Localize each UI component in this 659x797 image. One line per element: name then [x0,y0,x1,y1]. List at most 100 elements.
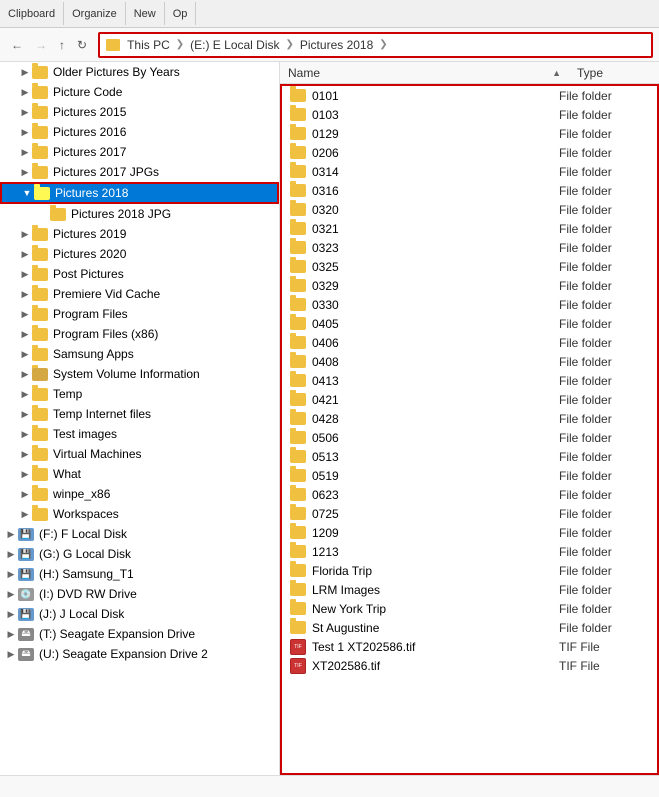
tree-item-pictures-2018[interactable]: ▼Pictures 2018 [0,182,279,204]
col-name-header[interactable]: Name ▲ [280,64,569,82]
file-item[interactable]: 0519File folder [282,466,657,485]
tree-item-pictures-2017[interactable]: ▶Pictures 2017 [0,142,279,162]
expand-arrow-premiere-vid[interactable]: ▶ [18,289,32,300]
tree-item-program-files-x86[interactable]: ▶Program Files (x86) [0,324,279,344]
expand-arrow-program-files[interactable]: ▶ [18,309,32,320]
expand-arrow-u-seagate2[interactable]: ▶ [4,649,18,660]
expand-arrow-temp[interactable]: ▶ [18,389,32,400]
tree-item-temp-internet[interactable]: ▶Temp Internet files [0,404,279,424]
expand-arrow-f-local[interactable]: ▶ [4,529,18,540]
file-item[interactable]: 1209File folder [282,523,657,542]
expand-arrow-workspaces[interactable]: ▶ [18,509,32,520]
tree-item-pictures-2017-jpg[interactable]: ▶Pictures 2017 JPGs [0,162,279,182]
file-item[interactable]: Florida TripFile folder [282,561,657,580]
tree-item-program-files[interactable]: ▶Program Files [0,304,279,324]
file-item[interactable]: 0206File folder [282,143,657,162]
expand-arrow-g-local[interactable]: ▶ [4,549,18,560]
expand-arrow-pictures-2020[interactable]: ▶ [18,249,32,260]
file-item[interactable]: 0325File folder [282,257,657,276]
crumb-this-pc[interactable]: This PC [124,37,173,53]
file-item[interactable]: 0316File folder [282,181,657,200]
tree-item-u-seagate2[interactable]: ▶🖴(U:) Seagate Expansion Drive 2 [0,644,279,664]
tree-item-what[interactable]: ▶What [0,464,279,484]
col-type-header[interactable]: Type [569,64,659,82]
tree-item-pictures-2020[interactable]: ▶Pictures 2020 [0,244,279,264]
tree-item-older-pictures[interactable]: ▶Older Pictures By Years [0,62,279,82]
file-item[interactable]: 0329File folder [282,276,657,295]
file-item[interactable]: 1213File folder [282,542,657,561]
tree-item-temp[interactable]: ▶Temp [0,384,279,404]
file-item[interactable]: New York TripFile folder [282,599,657,618]
expand-arrow-pictures-2016[interactable]: ▶ [18,127,32,138]
expand-arrow-pictures-2018[interactable]: ▼ [20,188,34,198]
tree-item-winpe-x86[interactable]: ▶winpe_x86 [0,484,279,504]
file-item[interactable]: LRM ImagesFile folder [282,580,657,599]
expand-arrow-older-pictures[interactable]: ▶ [18,67,32,78]
expand-arrow-h-samsung[interactable]: ▶ [4,569,18,580]
tree-item-pictures-2015[interactable]: ▶Pictures 2015 [0,102,279,122]
back-button[interactable]: ← [6,35,28,55]
tree-item-h-samsung[interactable]: ▶💾(H:) Samsung_T1 [0,564,279,584]
file-item[interactable]: 0428File folder [282,409,657,428]
file-item[interactable]: 0323File folder [282,238,657,257]
expand-arrow-program-files-x86[interactable]: ▶ [18,329,32,340]
tree-item-system-volume[interactable]: ▶System Volume Information [0,364,279,384]
tree-item-post-pictures[interactable]: ▶Post Pictures [0,264,279,284]
expand-arrow-picture-code[interactable]: ▶ [18,87,32,98]
expand-arrow-pictures-2017-jpg[interactable]: ▶ [18,167,32,178]
file-item[interactable]: 0506File folder [282,428,657,447]
file-item[interactable]: 0421File folder [282,390,657,409]
tree-item-pictures-2019[interactable]: ▶Pictures 2019 [0,224,279,244]
file-item[interactable]: 0725File folder [282,504,657,523]
expand-arrow-system-volume[interactable]: ▶ [18,369,32,380]
file-item[interactable]: 0314File folder [282,162,657,181]
tree-item-samsung-apps[interactable]: ▶Samsung Apps [0,344,279,364]
file-item[interactable]: 0408File folder [282,352,657,371]
tree-item-j-local[interactable]: ▶💾(J:) J Local Disk [0,604,279,624]
expand-arrow-samsung-apps[interactable]: ▶ [18,349,32,360]
file-item[interactable]: 0623File folder [282,485,657,504]
crumb-e-drive[interactable]: (E:) E Local Disk [187,37,282,53]
tree-item-virtual-machines[interactable]: ▶Virtual Machines [0,444,279,464]
tree-item-test-images[interactable]: ▶Test images [0,424,279,444]
expand-arrow-winpe-x86[interactable]: ▶ [18,489,32,500]
forward-button[interactable]: → [30,35,52,55]
file-item[interactable]: 0129File folder [282,124,657,143]
file-item[interactable]: 0406File folder [282,333,657,352]
address-bar[interactable]: This PC ❯ (E:) E Local Disk ❯ Pictures 2… [98,32,653,58]
file-item[interactable]: 0321File folder [282,219,657,238]
expand-arrow-pictures-2015[interactable]: ▶ [18,107,32,118]
tree-item-pictures-2016[interactable]: ▶Pictures 2016 [0,122,279,142]
file-item[interactable]: 0101File folder [282,86,657,105]
expand-arrow-t-seagate[interactable]: ▶ [4,629,18,640]
file-item[interactable]: 0103File folder [282,105,657,124]
file-item[interactable]: 0413File folder [282,371,657,390]
tree-item-f-local[interactable]: ▶💾(F:) F Local Disk [0,524,279,544]
expand-arrow-j-local[interactable]: ▶ [4,609,18,620]
expand-arrow-virtual-machines[interactable]: ▶ [18,449,32,460]
expand-arrow-temp-internet[interactable]: ▶ [18,409,32,420]
refresh-button[interactable]: ↻ [72,35,92,55]
expand-arrow-i-dvd[interactable]: ▶ [4,589,18,600]
file-item[interactable]: 0405File folder [282,314,657,333]
tree-item-picture-code[interactable]: ▶Picture Code [0,82,279,102]
expand-arrow-test-images[interactable]: ▶ [18,429,32,440]
tree-item-g-local[interactable]: ▶💾(G:) G Local Disk [0,544,279,564]
crumb-pictures-2018[interactable]: Pictures 2018 [297,37,376,53]
tree-item-workspaces[interactable]: ▶Workspaces [0,504,279,524]
expand-arrow-pictures-2017[interactable]: ▶ [18,147,32,158]
file-item[interactable]: TIFTest 1 XT202586.tifTIF File [282,637,657,656]
expand-arrow-what[interactable]: ▶ [18,469,32,480]
up-button[interactable]: ↑ [54,35,70,55]
file-item[interactable]: 0513File folder [282,447,657,466]
file-item[interactable]: 0320File folder [282,200,657,219]
file-item[interactable]: TIFXT202586.tifTIF File [282,656,657,675]
tree-item-i-dvd[interactable]: ▶💿(I:) DVD RW Drive [0,584,279,604]
expand-arrow-pictures-2019[interactable]: ▶ [18,229,32,240]
file-item[interactable]: 0330File folder [282,295,657,314]
tree-item-t-seagate[interactable]: ▶🖴(T:) Seagate Expansion Drive [0,624,279,644]
tree-item-pictures-2018-jpg[interactable]: Pictures 2018 JPG [0,204,279,224]
expand-arrow-post-pictures[interactable]: ▶ [18,269,32,280]
tree-item-premiere-vid[interactable]: ▶Premiere Vid Cache [0,284,279,304]
file-item[interactable]: St AugustineFile folder [282,618,657,637]
